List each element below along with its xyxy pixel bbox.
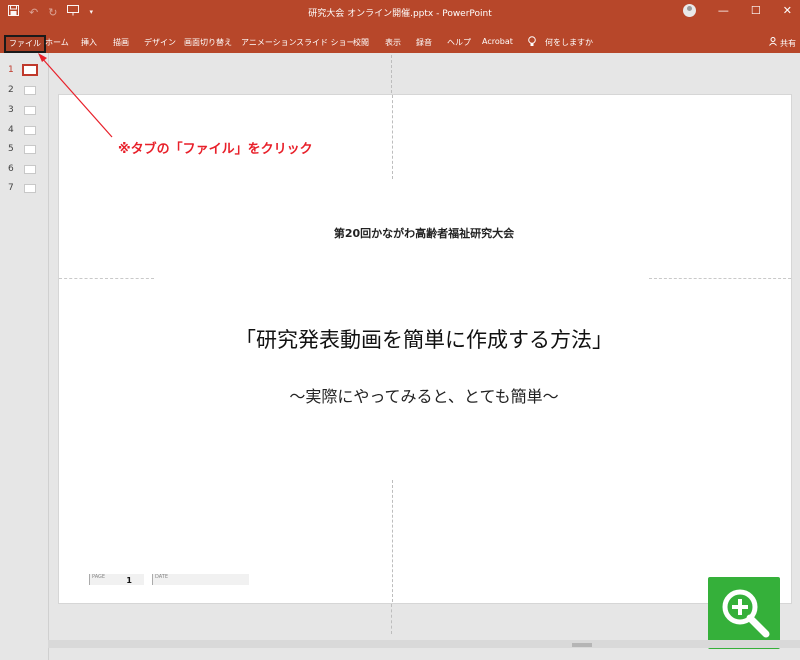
zoom-in-icon xyxy=(722,589,770,638)
guide-line xyxy=(392,95,393,179)
page-label: PAGE xyxy=(92,574,106,580)
slide-thumbnail-image xyxy=(24,86,36,95)
slide-thumbnail[interactable]: 1 xyxy=(0,63,48,77)
tab-help[interactable]: ヘルプ xyxy=(447,37,471,48)
tab-transitions[interactable]: 画面切り替え xyxy=(184,37,232,48)
slide-thumbnail[interactable]: 4 xyxy=(0,123,48,137)
conference-title[interactable]: 第20回かながわ高齢者福祉研究大会 xyxy=(58,225,790,241)
slide-thumbnail[interactable]: 7 xyxy=(0,181,48,195)
slide-title[interactable]: 「研究発表動画を簡単に作成する方法」 xyxy=(58,324,790,354)
date-box[interactable]: DATE xyxy=(152,574,249,585)
slide-thumbnail-image xyxy=(24,126,36,135)
page-number-box[interactable]: PAGE 1 xyxy=(89,574,144,585)
tab-slideshow[interactable]: スライド ショー xyxy=(296,37,355,48)
slide-thumbnail-image xyxy=(24,165,36,174)
slide-thumbnail-image xyxy=(24,184,36,193)
slide-number: 7 xyxy=(8,183,14,193)
tab-view[interactable]: 表示 xyxy=(385,37,401,48)
tab-review[interactable]: 校閲 xyxy=(353,37,369,48)
window-title: 研究大会 オンライン開催.pptx - PowerPoint xyxy=(308,9,492,19)
slide-thumbnail[interactable]: 2 xyxy=(0,83,48,97)
close-icon[interactable]: ✕ xyxy=(783,4,792,17)
slide-thumbnail-image xyxy=(22,64,38,76)
tab-record[interactable]: 録音 xyxy=(416,37,432,48)
guide-line xyxy=(392,480,393,602)
tab-home[interactable]: ホーム xyxy=(45,37,69,48)
tell-me-search[interactable]: 何をしますか xyxy=(545,37,593,48)
slide-thumbnail[interactable]: 3 xyxy=(0,103,48,117)
guide-line xyxy=(391,55,392,93)
horizontal-scrollbar[interactable] xyxy=(48,640,800,648)
date-label: DATE xyxy=(155,574,169,580)
slide-number: 5 xyxy=(8,144,14,154)
slide-subtitle[interactable]: 〜実際にやってみると、とても簡単〜 xyxy=(58,383,790,407)
scrollbar-thumb[interactable] xyxy=(572,643,592,647)
lightbulb-icon xyxy=(528,36,536,50)
share-label: 共有 xyxy=(780,39,796,48)
slide-number: 3 xyxy=(8,105,14,115)
share-button[interactable]: 共有 xyxy=(769,37,796,49)
title-bar: ↶ ↻ ▾ 研究大会 オンライン開催.pptx - PowerPoint — ☐… xyxy=(0,0,800,33)
guide-line xyxy=(649,278,791,279)
guide-line xyxy=(59,278,154,279)
slide-thumbnail-image xyxy=(24,145,36,154)
tab-insert[interactable]: 挿入 xyxy=(81,37,97,48)
slide-thumbnail-image xyxy=(24,106,36,115)
window-controls: — ☐ ✕ xyxy=(682,4,792,17)
minimize-icon[interactable]: — xyxy=(718,4,729,17)
slide-number: 1 xyxy=(8,65,14,75)
tab-design[interactable]: デザイン xyxy=(144,37,176,48)
slide-number: 6 xyxy=(8,164,14,174)
slide-number: 2 xyxy=(8,85,14,95)
ribbon-tabs: ファイル ホーム 挿入 描画 デザイン 画面切り替え アニメーション スライド … xyxy=(0,33,800,53)
maximize-icon[interactable]: ☐ xyxy=(751,4,761,17)
slide-number: 4 xyxy=(8,125,14,135)
slide-thumbnail[interactable]: 6 xyxy=(0,162,48,176)
zoom-button[interactable] xyxy=(708,577,780,649)
tab-draw[interactable]: 描画 xyxy=(113,37,129,48)
annotation-callout: ※タブの「ファイル」をクリック xyxy=(118,142,313,157)
tab-acrobat[interactable]: Acrobat xyxy=(482,37,513,46)
slide-thumbnail-pane: 1 2 3 4 5 6 7 xyxy=(0,53,49,660)
guide-line xyxy=(391,604,392,634)
tab-animations[interactable]: アニメーション xyxy=(241,37,297,48)
person-icon xyxy=(769,37,778,46)
slide-thumbnail[interactable]: 5 xyxy=(0,142,48,156)
page-number: 1 xyxy=(126,576,132,585)
account-avatar-icon[interactable] xyxy=(682,4,696,17)
tab-file[interactable]: ファイル xyxy=(4,35,46,53)
